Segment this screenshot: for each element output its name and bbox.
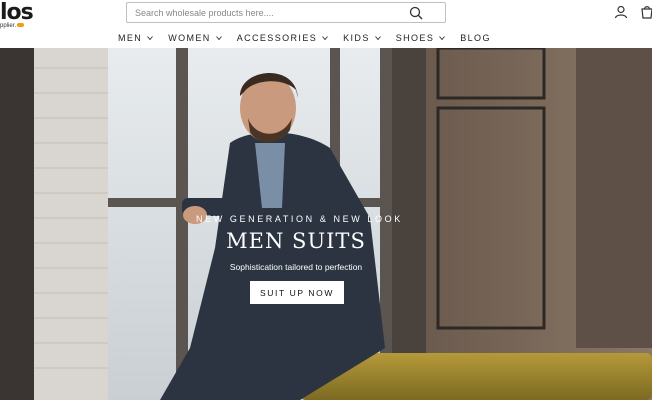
logo[interactable]: los pplier. [0, 0, 40, 32]
logo-accent-dot [17, 23, 25, 28]
logo-text: los [0, 0, 34, 25]
main-nav: MEN WOMEN ACCESSORIES KIDS SHOES BLOG [118, 31, 506, 45]
hero-banner[interactable]: NEW GENERATION & NEW LOOK MEN SUITS Soph… [0, 48, 652, 400]
chevron-down-icon [147, 36, 154, 41]
nav-item-label: KIDS [343, 33, 370, 43]
nav-item-women[interactable]: WOMEN [168, 31, 222, 45]
nav-item-label: WOMEN [168, 33, 211, 43]
hero-image [0, 48, 652, 400]
chevron-down-icon [374, 36, 381, 41]
search-input[interactable] [135, 5, 405, 21]
search-bar [126, 2, 446, 23]
chevron-down-icon [439, 36, 446, 41]
logo-subtext: pplier. [0, 23, 25, 29]
chevron-down-icon [215, 36, 222, 41]
chevron-down-icon [322, 36, 328, 41]
suit-up-now-button[interactable]: SUIT UP NOW [250, 281, 344, 304]
logo-subtext-label: pplier. [0, 23, 17, 29]
nav-item-men[interactable]: MEN [118, 31, 154, 45]
nav-item-label: SHOES [395, 33, 435, 43]
nav-item-blog[interactable]: BLOG [460, 31, 491, 45]
nav-item-kids[interactable]: KIDS [343, 31, 381, 45]
nav-item-shoes[interactable]: SHOES [396, 31, 446, 45]
nav-item-accessories[interactable]: ACCESSORIES [237, 31, 328, 45]
site-header: los pplier. MEN WOMEN ACCESSORIES KIDS [0, 0, 652, 48]
nav-item-label: ACCESSORIES [236, 33, 318, 43]
cart-icon[interactable] [640, 5, 652, 19]
user-icon[interactable] [614, 5, 628, 19]
nav-item-label: BLOG [460, 33, 491, 43]
nav-item-label: MEN [118, 33, 143, 43]
search-icon[interactable] [409, 6, 423, 20]
